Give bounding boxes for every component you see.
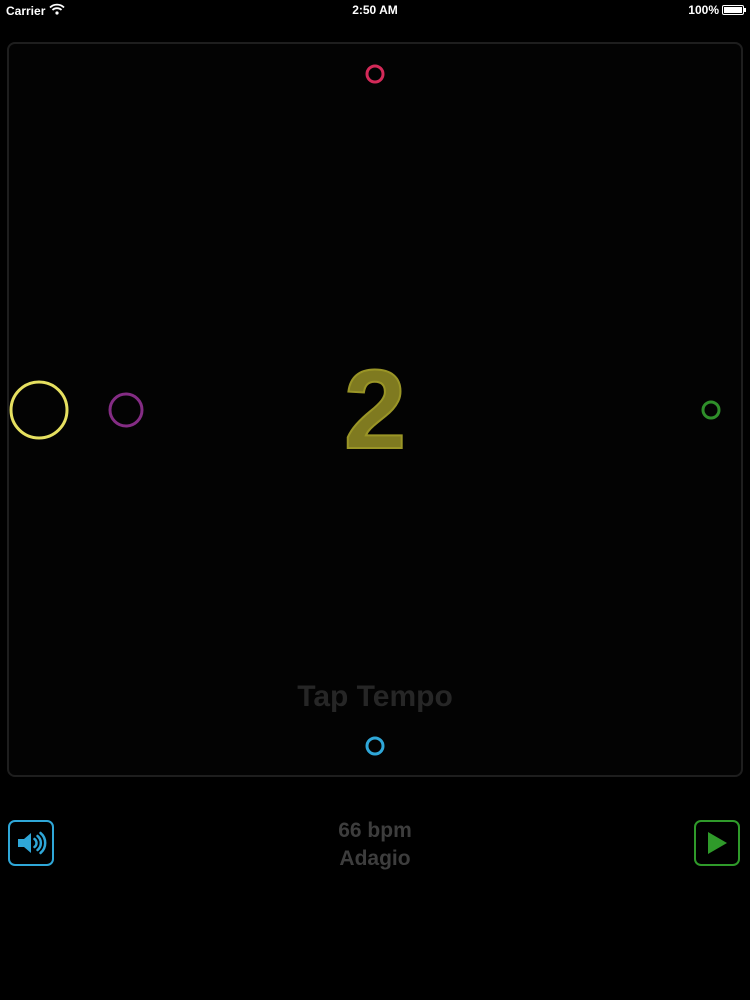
tempo-marking: Adagio xyxy=(339,847,411,870)
battery-indicator: 100% xyxy=(688,3,746,17)
clock: 2:50 AM xyxy=(352,3,398,17)
status-bar: Carrier 2:50 AM 100% xyxy=(0,0,750,20)
battery-fill xyxy=(724,7,742,13)
battery-percent: 100% xyxy=(688,3,719,17)
play-icon xyxy=(708,832,727,854)
speaker-icon xyxy=(18,831,47,855)
bpm-label: 66 bpm xyxy=(338,819,412,842)
battery-icon xyxy=(722,5,746,15)
sound-button[interactable] xyxy=(8,820,54,866)
tap-tempo-label: Tap Tempo xyxy=(297,680,453,713)
play-button[interactable] xyxy=(694,820,740,866)
tempo-readout: 66 bpm Adagio xyxy=(0,817,750,873)
current-beat-number: 2 xyxy=(343,346,407,473)
